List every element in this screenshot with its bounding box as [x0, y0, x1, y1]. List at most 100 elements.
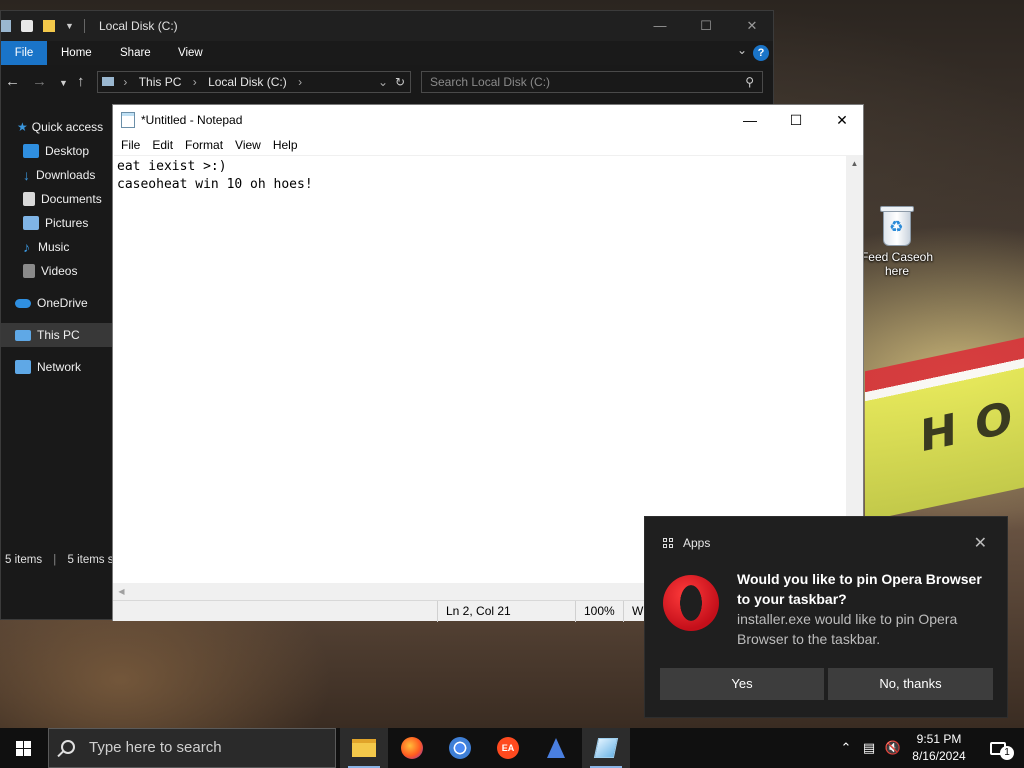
sidebar-item-label: Music: [38, 240, 70, 254]
clock-time: 9:51 PM: [916, 732, 962, 746]
sidebar-item-this-pc[interactable]: This PC: [1, 323, 113, 347]
volume-muted-icon[interactable]: 🔇: [882, 728, 904, 768]
download-arrow-icon: ↓: [23, 167, 30, 183]
new-folder-icon[interactable]: [43, 20, 55, 32]
taskbar-ea[interactable]: EA: [484, 728, 532, 768]
sidebar-item-label: OneDrive: [37, 296, 88, 310]
network-status-icon[interactable]: ▤: [858, 728, 880, 768]
ea-icon: EA: [497, 737, 519, 759]
sidebar-item-network[interactable]: Network: [1, 355, 113, 379]
tab-file[interactable]: File: [1, 41, 47, 65]
sidebar-item-label: Videos: [41, 264, 78, 278]
tab-view[interactable]: View: [178, 41, 203, 65]
tab-share[interactable]: Share: [120, 41, 151, 65]
sidebar-item-music[interactable]: ♪ Music: [1, 235, 113, 259]
show-hidden-icons-icon[interactable]: ⌃: [836, 728, 856, 768]
apps-icon: [663, 537, 674, 549]
menu-help[interactable]: Help: [267, 135, 304, 155]
computer-icon: [15, 329, 31, 341]
cursor-position: Ln 2, Col 21: [437, 601, 575, 622]
address-bar[interactable]: › This PC › Local Disk (C:) › ⌄ ↻: [97, 71, 411, 93]
refresh-icon[interactable]: ↻: [395, 72, 405, 92]
recent-locations-icon[interactable]: ▼: [59, 78, 68, 88]
notepad-titlebar[interactable]: *Untitled - Notepad — ☐ ✕: [113, 105, 863, 135]
minimize-button[interactable]: —: [637, 15, 683, 37]
pictures-icon: [23, 216, 39, 230]
cloud-icon: [15, 298, 31, 308]
properties-checkbox-icon[interactable]: [21, 20, 33, 32]
help-icon[interactable]: ?: [753, 45, 769, 61]
sidebar-item-label: Documents: [41, 192, 102, 206]
taskbar-chrome[interactable]: [436, 728, 484, 768]
breadcrumb-local-disk[interactable]: Local Disk (C:): [208, 75, 287, 89]
forward-arrow-icon[interactable]: →: [32, 73, 47, 90]
scroll-left-icon[interactable]: ◀: [113, 583, 130, 600]
desktop-icon-label: Feed Caseoh here: [860, 250, 934, 278]
taskbar-search-input[interactable]: Type here to search: [48, 728, 336, 768]
scroll-up-icon[interactable]: ▲: [846, 155, 863, 172]
qat-dropdown-icon[interactable]: ▼: [65, 21, 74, 31]
network-icon: [15, 360, 31, 374]
no-thanks-button[interactable]: No, thanks: [828, 668, 993, 700]
taskbar: Type here to search EA ⌃ ▤ 🔇 9:51 PM 8/1…: [0, 728, 1024, 768]
start-button[interactable]: [0, 728, 48, 768]
maximize-button[interactable]: ☐: [683, 15, 729, 37]
sidebar-item-videos[interactable]: Videos: [1, 259, 113, 283]
drive-icon[interactable]: [1, 20, 11, 32]
sidebar-item-label: Desktop: [45, 144, 90, 158]
action-center-button[interactable]: 1: [978, 728, 1018, 768]
search-icon[interactable]: ⚲: [745, 72, 754, 92]
yes-button[interactable]: Yes: [660, 668, 824, 700]
text-line: caseoheat win 10 oh hoes!: [117, 177, 313, 192]
maximize-button[interactable]: ☐: [773, 105, 819, 135]
menu-view[interactable]: View: [229, 135, 267, 155]
menu-edit[interactable]: Edit: [146, 135, 179, 155]
minimize-button[interactable]: —: [727, 105, 773, 135]
notepad-icon: [121, 112, 135, 128]
desktop-icon-recycle-bin[interactable]: ♻ Feed Caseoh here: [858, 204, 936, 278]
sidebar-item-label: This PC: [37, 328, 80, 342]
system-clock[interactable]: 9:51 PM 8/16/2024: [906, 731, 972, 765]
sidebar-item-quick-access[interactable]: ★ Quick access: [1, 115, 113, 139]
notepad-menubar: File Edit Format View Help: [113, 135, 863, 155]
explorer-search-input[interactable]: Search Local Disk (C:) ⚲: [421, 71, 763, 93]
sidebar-item-onedrive[interactable]: OneDrive: [1, 291, 113, 315]
sidebar-item-label: Quick access: [31, 120, 104, 134]
sidebar-item-desktop[interactable]: Desktop: [1, 139, 113, 163]
clock-date: 8/16/2024: [912, 749, 966, 763]
address-dropdown-icon[interactable]: ⌄: [378, 72, 388, 92]
sidebar-item-downloads[interactable]: ↓ Downloads: [1, 163, 113, 187]
toast-header: Apps: [663, 536, 710, 550]
taskbar-installer[interactable]: [532, 728, 580, 768]
toast-title: Would you like to pin Opera Browser to y…: [737, 571, 982, 607]
videos-icon: [23, 264, 35, 278]
explorer-search-placeholder: Search Local Disk (C:): [430, 75, 551, 89]
breadcrumb-this-pc[interactable]: This PC: [139, 75, 182, 89]
menu-format[interactable]: Format: [179, 135, 229, 155]
sidebar-item-documents[interactable]: Documents: [1, 187, 113, 211]
close-button[interactable]: ✕: [819, 105, 865, 135]
menu-file[interactable]: File: [115, 135, 146, 155]
close-button[interactable]: ✕: [729, 15, 775, 37]
notepad-title: *Untitled - Notepad: [141, 113, 243, 127]
back-arrow-icon[interactable]: ←: [5, 73, 20, 90]
tab-home[interactable]: Home: [61, 41, 92, 65]
text-line: eat iexist >:): [117, 159, 227, 174]
close-icon[interactable]: ✕: [974, 533, 987, 553]
sidebar-item-pictures[interactable]: Pictures: [1, 211, 113, 235]
search-icon: [61, 740, 75, 754]
address-row: ← → ▼ ↑ › This PC › Local Disk (C:) › ⌄ …: [1, 65, 773, 101]
taskbar-search-placeholder: Type here to search: [89, 739, 222, 756]
desktop-folder-icon: [23, 144, 39, 158]
firefox-icon: [401, 737, 423, 759]
notification-count-badge: 1: [1000, 746, 1014, 760]
toast-notification: Apps ✕ Would you like to pin Opera Brows…: [644, 516, 1008, 718]
expand-ribbon-icon[interactable]: ⌄: [737, 43, 747, 57]
star-icon: ★: [17, 120, 28, 134]
quick-access-toolbar: ▼: [1, 17, 85, 35]
documents-icon: [23, 192, 35, 206]
taskbar-notepad[interactable]: [582, 728, 630, 768]
up-arrow-icon[interactable]: ↑: [77, 73, 85, 90]
taskbar-file-explorer[interactable]: [340, 728, 388, 768]
taskbar-firefox[interactable]: [388, 728, 436, 768]
